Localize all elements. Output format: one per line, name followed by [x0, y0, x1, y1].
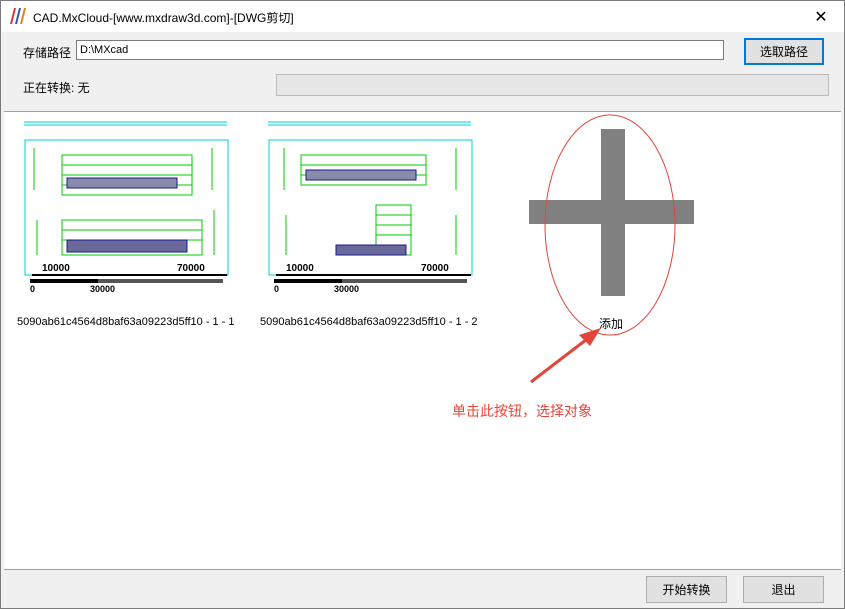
annotation-text: 单击此按钮，选择对象 — [452, 403, 592, 419]
thumbnail-panel: 10000 70000 0 30000 5090ab61c4564d8baf63… — [4, 111, 841, 570]
exit-button[interactable]: 退出 — [743, 576, 824, 603]
annotation-overlay — [530, 114, 676, 384]
storage-path-label: 存储路径 — [23, 46, 72, 60]
storage-path-input[interactable]: D:\MXcad — [76, 40, 724, 60]
close-icon: ✕ — [814, 8, 828, 26]
app-window: CAD.MxCloud-[www.mxdraw3d.com]-[DWG剪切] ✕… — [0, 0, 845, 609]
close-button[interactable]: ✕ — [798, 1, 844, 32]
start-conversion-button[interactable]: 开始转换 — [646, 576, 727, 603]
browse-path-button[interactable]: 选取路径 — [744, 38, 824, 65]
window-title: CAD.MxCloud-[www.mxdraw3d.com]-[DWG剪切] — [33, 11, 294, 25]
app-logo-icon — [10, 8, 26, 24]
title-bar: CAD.MxCloud-[www.mxdraw3d.com]-[DWG剪切] ✕ — [1, 1, 844, 32]
conversion-progress-bar — [276, 74, 829, 96]
status-text: 正在转换: 无 — [23, 81, 90, 95]
